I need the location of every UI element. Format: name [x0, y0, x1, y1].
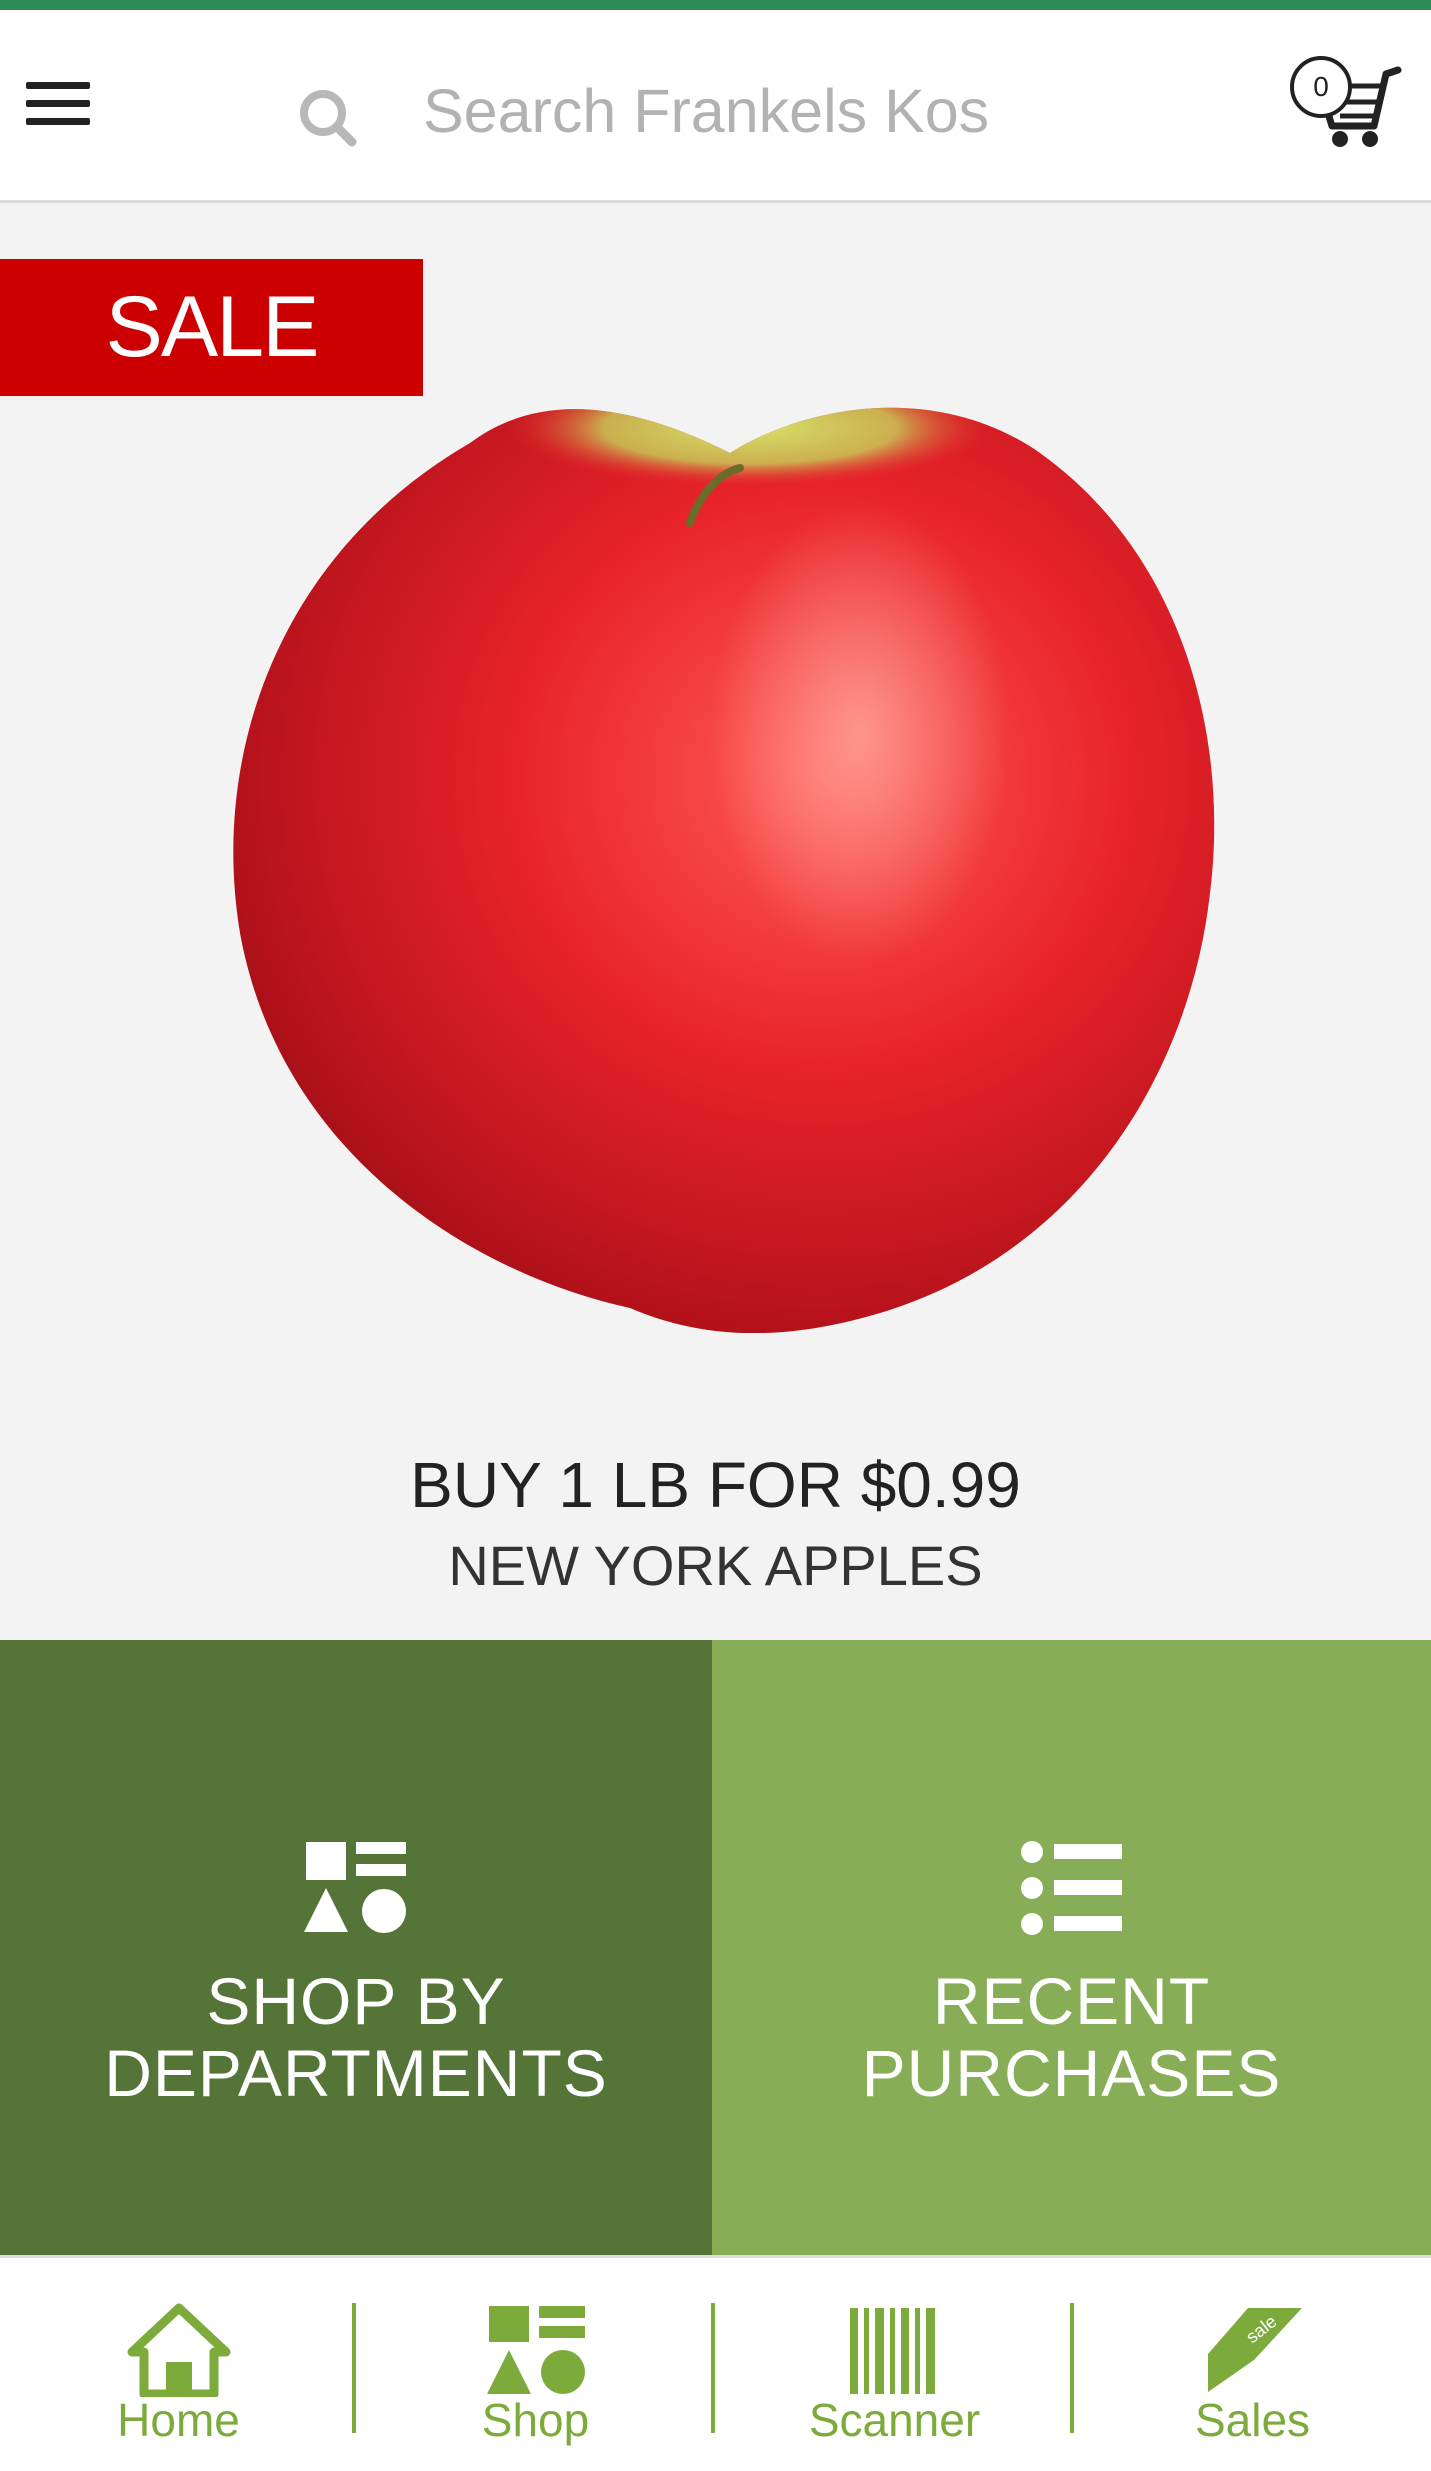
sale-tag-icon: sale — [1207, 2308, 1302, 2392]
nav-label: Sales — [1194, 2394, 1311, 2446]
promo-banner[interactable]: SALE BUY 1 LB FOR $0.99 NEW YORK APPLES — [0, 203, 1431, 1640]
nav-sales[interactable]: sale Sales — [1074, 2258, 1431, 2471]
search-icon — [300, 90, 357, 147]
shapes-icon — [486, 2306, 585, 2394]
home-icon — [127, 2303, 230, 2397]
search-bar[interactable] — [288, 60, 1008, 160]
top-accent-bar — [0, 0, 1431, 10]
promo-title: BUY 1 LB FOR $0.99 — [410, 1449, 1021, 1521]
apple-product-image — [233, 407, 1215, 1333]
search-input[interactable] — [423, 66, 1008, 156]
bottom-navigation: Home Shop Scanner sale Sales — [0, 2255, 1431, 2471]
nav-label: Scanner — [808, 2394, 981, 2446]
nav-home[interactable]: Home — [0, 2258, 357, 2471]
tile-label: RECENT PURCHASES — [861, 1964, 1282, 2110]
cart-count-badge: 0 — [1290, 56, 1352, 118]
shop-by-departments-tile[interactable]: SHOP BY DEPARTMENTS — [0, 1640, 712, 2255]
list-icon — [1020, 1841, 1122, 1935]
cart-button[interactable]: 0 — [1282, 46, 1402, 156]
app-header: 0 — [0, 10, 1431, 203]
hamburger-menu-icon[interactable] — [24, 72, 94, 132]
recent-purchases-tile[interactable]: RECENT PURCHASES — [712, 1640, 1431, 2255]
departments-shapes-icon — [304, 1842, 406, 1933]
nav-scanner[interactable]: Scanner — [716, 2258, 1073, 2471]
nav-label: Shop — [481, 2394, 590, 2446]
nav-divider — [352, 2303, 356, 2433]
nav-label: Home — [117, 2394, 240, 2446]
nav-shop[interactable]: Shop — [357, 2258, 714, 2471]
promo-subtitle: NEW YORK APPLES — [448, 1534, 983, 1597]
tile-label: SHOP BY DEPARTMENTS — [104, 1964, 608, 2110]
nav-divider — [711, 2303, 715, 2433]
barcode-icon — [849, 2308, 935, 2394]
